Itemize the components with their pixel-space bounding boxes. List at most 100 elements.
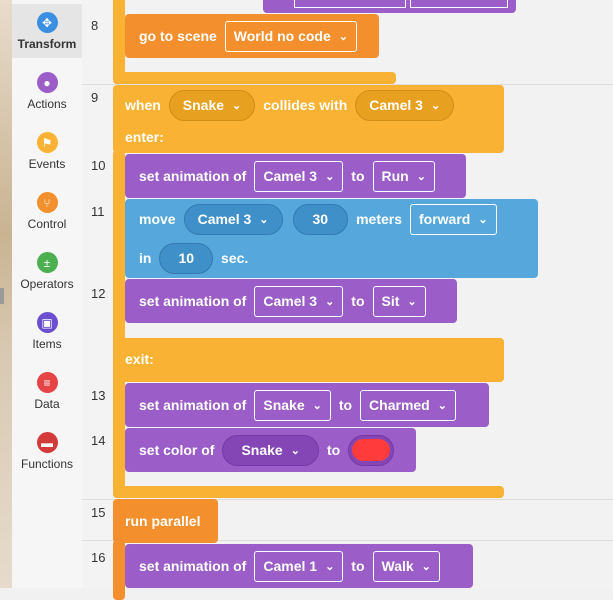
block-label: to (351, 293, 365, 309)
partial-dropdown (410, 0, 508, 8)
category-label: Transform (17, 37, 77, 51)
collision-event-block[interactable]: when Snake ⌄ collides with Camel 3 ⌄ enter… (113, 85, 504, 153)
container-footer (113, 486, 504, 498)
category-events[interactable]: ⚑ Events (12, 124, 82, 178)
pill-value: Snake (182, 97, 225, 113)
chevron-down-icon: ⌄ (312, 399, 322, 412)
object-selector[interactable]: Camel 3 ⌄ (183, 203, 283, 235)
eye-icon: ● (36, 72, 58, 93)
animation-dropdown[interactable]: Run ⌄ (372, 160, 435, 192)
chevron-down-icon: ⌄ (338, 30, 348, 43)
category-label: Actions (27, 97, 67, 111)
animation-dropdown[interactable]: Walk ⌄ (372, 550, 440, 582)
line-number: 8 (91, 18, 99, 33)
animation-dropdown[interactable]: Sit ⌄ (372, 285, 426, 317)
chevron-down-icon: ⌄ (290, 444, 300, 457)
block-label: run parallel (125, 513, 201, 529)
block-label: collides with (263, 97, 348, 113)
category-label: Operators (20, 277, 74, 291)
flag-icon: ⚑ (36, 132, 58, 153)
line-number: 12 (91, 286, 106, 301)
object-dropdown[interactable]: Camel 3 ⌄ (254, 160, 344, 192)
category-label: Control (27, 217, 67, 231)
chevron-down-icon: ⌄ (232, 99, 242, 112)
pill-value: Camel 3 (197, 211, 252, 227)
scene-dropdown[interactable]: World no code ⌄ (224, 20, 357, 52)
object-dropdown[interactable]: Camel 1 ⌄ (254, 550, 344, 582)
chat-icon: ▬ (36, 432, 58, 453)
dropdown-value: Walk (381, 558, 414, 574)
color-picker[interactable] (348, 434, 395, 466)
pill-value: Snake (241, 442, 283, 458)
category-label: Functions (20, 457, 74, 471)
cube-icon: ▣ (36, 312, 58, 333)
enter-label: enter: (125, 129, 164, 145)
category-actions[interactable]: ● Actions (12, 64, 82, 118)
distance-input[interactable]: 30 (292, 203, 349, 235)
category-operators[interactable]: ± Operators (12, 244, 82, 298)
block-label: set animation of (139, 293, 247, 309)
block-label: set animation of (139, 558, 247, 574)
line-number: 9 (91, 90, 99, 105)
run-parallel-block[interactable]: run parallel (113, 499, 218, 543)
dropdown-value: Camel 3 (263, 168, 318, 184)
animation-dropdown[interactable]: Charmed ⌄ (360, 389, 456, 421)
branch-icon: ⑂ (36, 192, 58, 213)
pill-value: Camel 3 (369, 97, 423, 113)
transform-icon: ✥ (36, 12, 58, 33)
line-number: 11 (91, 204, 105, 219)
category-control[interactable]: ⑂ Control (12, 184, 82, 238)
object-dropdown[interactable]: Camel 3 ⌄ (254, 285, 344, 317)
dropdown-value: Charmed (369, 397, 430, 413)
set-color-block[interactable]: set color of Snake ⌄ to (125, 428, 416, 472)
block-label: in (139, 250, 152, 266)
color-swatch (352, 439, 391, 461)
chevron-down-icon: ⌄ (325, 295, 335, 308)
object-dropdown[interactable]: Snake ⌄ (254, 389, 331, 421)
category-items[interactable]: ▣ Items (12, 304, 82, 358)
object-selector[interactable]: Snake ⌄ (168, 89, 256, 121)
category-label: Data (34, 397, 60, 411)
line-number: 15 (91, 505, 106, 520)
chevron-down-icon: ⌄ (407, 295, 417, 308)
block-label: move (139, 211, 176, 227)
go-to-scene-block[interactable]: go to scene World no code ⌄ (125, 14, 379, 58)
list-icon: ≡ (36, 372, 58, 393)
dropdown-value: Camel 3 (263, 293, 318, 309)
category-label: Events (28, 157, 66, 171)
line-number: 13 (91, 388, 106, 403)
line-number: 14 (91, 433, 106, 448)
object-selector[interactable]: Camel 3 ⌄ (355, 89, 455, 121)
chevron-down-icon: ⌄ (416, 170, 426, 183)
block-label: sec. (221, 250, 249, 266)
set-animation-block[interactable]: set animation of Snake ⌄ to Charmed ⌄ (125, 383, 489, 427)
dropdown-value: Run (381, 168, 409, 184)
category-label: Items (32, 337, 62, 351)
category-sidebar: ✥ Transform ● Actions ⚑ Events ⑂ Control… (12, 0, 82, 588)
move-block[interactable]: move Camel 3 ⌄ 30 meters forward ⌄ in 10 s… (125, 199, 538, 278)
block-label: when (125, 97, 161, 113)
chevron-down-icon: ⌄ (325, 170, 335, 183)
set-animation-block[interactable]: set animation of Camel 3 ⌄ to Sit ⌄ (125, 279, 457, 323)
set-animation-block[interactable]: set animation of Camel 3 ⌄ to Run ⌄ (125, 154, 466, 198)
block-label: go to scene (139, 28, 217, 44)
scene-preview-strip (0, 0, 12, 588)
block-label: set animation of (139, 397, 247, 413)
category-functions[interactable]: ▬ Functions (12, 424, 82, 478)
line-number: 10 (91, 158, 106, 173)
object-selector[interactable]: Snake ⌄ (222, 434, 319, 466)
direction-dropdown[interactable]: forward ⌄ (410, 203, 497, 235)
chevron-down-icon: ⌄ (421, 560, 431, 573)
category-data[interactable]: ≡ Data (12, 364, 82, 418)
dropdown-value: Snake (263, 397, 305, 413)
category-transform[interactable]: ✥ Transform (12, 4, 82, 58)
set-animation-block[interactable]: set animation of Camel 1 ⌄ to Walk ⌄ (125, 544, 473, 588)
dropdown-value: forward (419, 211, 471, 227)
container-spine (113, 540, 125, 600)
dropdown-value: Sit (381, 293, 400, 309)
container-footer (113, 72, 396, 84)
exit-section: exit: (113, 338, 504, 382)
dropdown-value: Camel 1 (263, 558, 318, 574)
chevron-down-icon: ⌄ (437, 399, 447, 412)
duration-input[interactable]: 10 (159, 242, 214, 274)
